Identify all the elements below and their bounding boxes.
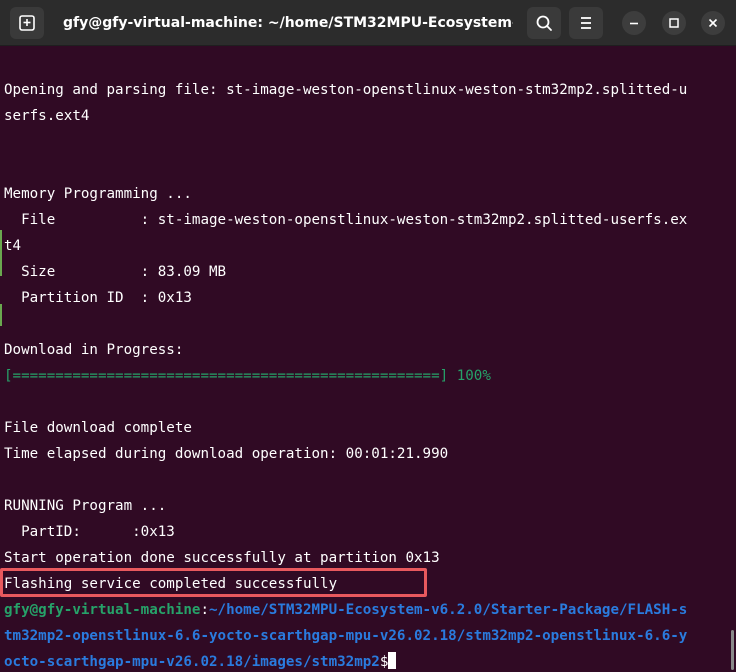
new-tab-button[interactable] xyxy=(10,7,44,39)
close-icon xyxy=(708,18,718,28)
terminal-line: Partition ID : 0x13 xyxy=(4,290,192,306)
terminal-line: Time elapsed during download operation: … xyxy=(4,446,449,462)
terminal-line: Memory Programming ... xyxy=(4,186,192,202)
terminal-line: t4 xyxy=(4,238,22,254)
prompt-line: gfy@gfy-virtual-machine:~/home/STM32MPU-… xyxy=(4,597,687,623)
terminal-line: File : st-image-weston-openstlinux-westo… xyxy=(4,212,688,228)
menu-button[interactable] xyxy=(569,7,603,39)
maximize-icon xyxy=(669,18,679,28)
scrollbar[interactable] xyxy=(731,630,734,670)
terminal-line: File download complete xyxy=(4,420,192,436)
terminal-line: Size : 83.09 MB xyxy=(4,264,227,280)
minimize-button[interactable] xyxy=(622,11,646,35)
close-button[interactable] xyxy=(701,11,725,35)
hamburger-menu-icon xyxy=(581,17,591,29)
prompt-path: ~/home/STM32MPU-Ecosystem-v6.2.0/Starter… xyxy=(209,602,688,618)
prompt-path-continued: tm32mp2-openstlinux-6.6-yocto-scarthgap-… xyxy=(4,628,688,644)
terminal-line: RUNNING Program ... xyxy=(4,498,167,514)
maximize-button[interactable] xyxy=(662,11,686,35)
highlight-annotation-box xyxy=(0,568,427,597)
title-bar: gfy@gfy-virtual-machine: ~/home/STM32MPU… xyxy=(0,0,736,46)
terminal-output[interactable]: Opening and parsing file: st-image-westo… xyxy=(0,46,736,672)
prompt-user-host: gfy@gfy-virtual-machine xyxy=(4,602,201,618)
prompt-line-end: octo-scarthgap-mpu-v26.02.18/images/stm3… xyxy=(4,649,397,672)
new-tab-icon xyxy=(19,15,35,31)
left-gutter-marker xyxy=(0,304,2,326)
terminal-window: gfy@gfy-virtual-machine: ~/home/STM32MPU… xyxy=(0,0,736,672)
window-title: gfy@gfy-virtual-machine: ~/home/STM32MPU… xyxy=(63,15,513,31)
prompt-colon: : xyxy=(200,602,210,618)
terminal-line: PartID: :0x13 xyxy=(4,524,175,540)
terminal-line: serfs.ext4 xyxy=(4,108,90,124)
left-gutter-marker xyxy=(0,230,2,276)
prompt-path-continued: octo-scarthgap-mpu-v26.02.18/images/stm3… xyxy=(4,654,380,670)
search-icon xyxy=(536,15,552,31)
minimize-icon xyxy=(630,22,638,25)
search-button[interactable] xyxy=(527,7,561,39)
text-cursor xyxy=(388,652,397,669)
terminal-line: Opening and parsing file: st-image-westo… xyxy=(4,82,688,98)
prompt-symbol: $ xyxy=(379,654,389,670)
progress-bar-text: [=======================================… xyxy=(4,368,491,384)
terminal-line: Download in Progress: xyxy=(4,342,184,358)
